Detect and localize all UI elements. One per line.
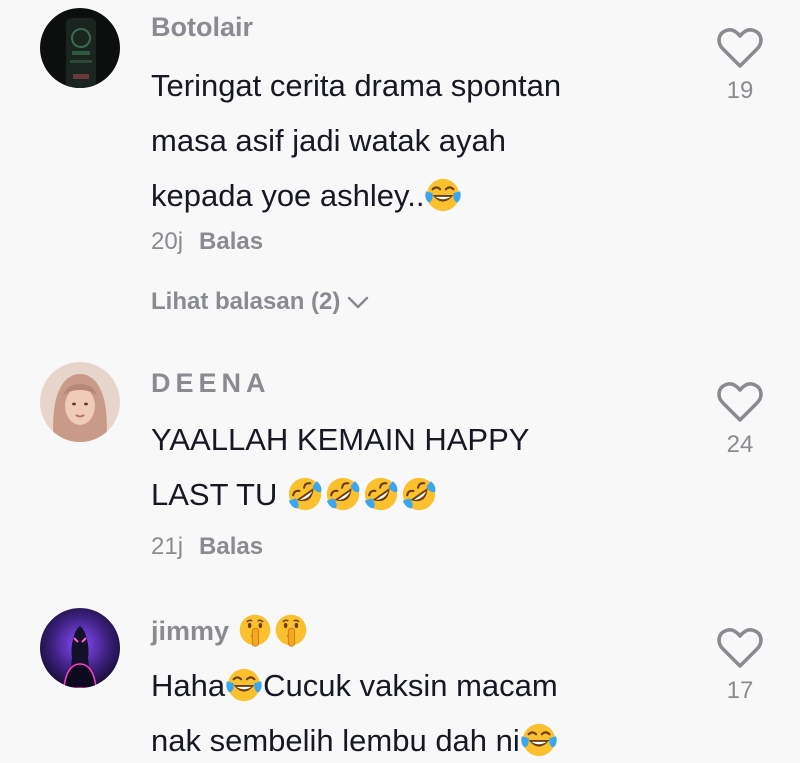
username[interactable]: Botolair: [151, 12, 253, 43]
heart-outline-icon: [716, 380, 764, 424]
comment-meta: 21j Balas: [151, 533, 263, 561]
comment-meta: 20j Balas: [151, 228, 263, 256]
shushing-face-emoji: [237, 612, 273, 648]
tears-of-joy-emoji: [225, 666, 263, 704]
like-button[interactable]: 17: [710, 626, 770, 705]
comment-list: Botolair Teringat cerita drama spontan m…: [0, 0, 800, 763]
comment-text: Teringat cerita drama spontan masa asif …: [151, 58, 561, 223]
chevron-down-icon: [348, 296, 369, 308]
comment-text-line: kepada yoe ashley..: [151, 168, 561, 223]
heart-outline-icon: [716, 626, 764, 670]
rolling-on-floor-laughing-emoji: [400, 475, 438, 513]
rolling-on-floor-laughing-emoji: [362, 475, 400, 513]
heart-outline-icon: [716, 26, 764, 70]
comment-text-line: masa asif jadi watak ayah: [151, 123, 506, 158]
comment-time: 20j: [151, 228, 184, 255]
comment-time: 21j: [151, 533, 184, 560]
tears-of-joy-emoji: [424, 176, 462, 214]
like-count: 17: [726, 677, 754, 704]
reply-button[interactable]: Balas: [199, 228, 263, 255]
shushing-face-emoji: [273, 612, 309, 648]
reply-button[interactable]: Balas: [199, 533, 263, 560]
comment-text-line: Teringat cerita drama spontan: [151, 68, 562, 103]
like-count: 24: [726, 431, 754, 458]
comment-text-line: LAST TU: [151, 467, 529, 522]
comment-text: Haha Cucuk vaksin macam nak sembelih lemb…: [151, 658, 558, 763]
avatar[interactable]: [40, 608, 120, 688]
view-replies-label: Lihat balasan (2): [151, 288, 341, 315]
rolling-on-floor-laughing-emoji: [286, 475, 324, 513]
tears-of-joy-emoji: [520, 721, 558, 759]
view-replies-button[interactable]: Lihat balasan (2): [151, 288, 370, 316]
like-count: 19: [726, 77, 754, 104]
comment-text-line: YAALLAH KEMAIN HAPPY: [151, 422, 530, 457]
avatar[interactable]: [40, 8, 120, 88]
username[interactable]: DEENA: [151, 368, 271, 399]
like-button[interactable]: 19: [710, 26, 770, 105]
avatar[interactable]: [40, 362, 120, 442]
username[interactable]: jimmy: [151, 612, 309, 648]
comment-text: YAALLAH KEMAIN HAPPY LAST TU: [151, 412, 529, 522]
comment-text-line: Haha Cucuk vaksin macam: [151, 666, 558, 704]
comment-text-line: nak sembelih lembu dah ni: [151, 713, 558, 763]
rolling-on-floor-laughing-emoji: [324, 475, 362, 513]
username-label: jimmy: [151, 616, 230, 646]
like-button[interactable]: 24: [710, 380, 770, 459]
